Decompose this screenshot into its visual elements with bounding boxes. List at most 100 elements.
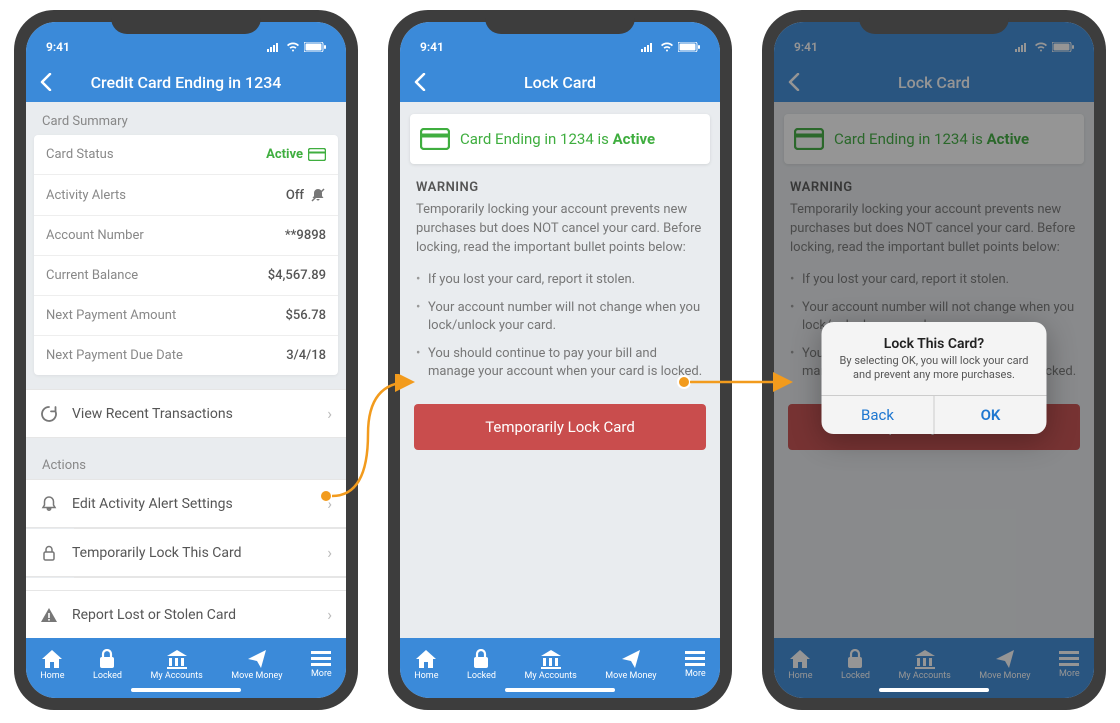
tab-label: My Accounts <box>150 671 202 681</box>
tab-label: My Accounts <box>524 671 576 681</box>
bank-icon <box>540 649 562 669</box>
send-icon <box>621 649 641 669</box>
card-status-banner: Card Ending in 1234 is Active <box>410 114 710 164</box>
tab-home[interactable]: Home <box>40 649 64 681</box>
wifi-icon <box>660 42 674 52</box>
tab-more[interactable]: More <box>685 651 706 679</box>
header-bar: Lock Card <box>400 62 720 102</box>
tab-move-money[interactable]: Move Money <box>605 649 656 681</box>
section-label-actions: Actions <box>26 438 346 479</box>
home-indicator[interactable] <box>505 688 615 692</box>
value: $4,567.89 <box>268 268 326 283</box>
notch <box>859 10 1009 34</box>
menu-icon <box>1059 651 1079 667</box>
view-recent-transactions[interactable]: View Recent Transactions › <box>26 389 346 438</box>
time: 9:41 <box>420 40 444 54</box>
menu-icon <box>311 651 331 667</box>
tab-label: Locked <box>841 671 870 681</box>
bell-off-icon <box>310 187 326 203</box>
card-icon <box>308 148 326 161</box>
tab-label: More <box>311 669 332 679</box>
lock-icon <box>98 649 116 669</box>
lock-card-button[interactable]: Temporarily Lock Card <box>414 404 706 450</box>
warning-title: WARNING <box>400 176 720 199</box>
send-icon <box>995 649 1015 669</box>
label: Account Number <box>46 228 144 243</box>
report-lost-stolen[interactable]: Report Lost or Stolen Card › <box>26 590 346 638</box>
tab-label: Home <box>414 671 438 681</box>
home-icon <box>415 649 437 669</box>
tab-label: Locked <box>467 671 496 681</box>
notch <box>485 10 635 34</box>
time: 9:41 <box>46 40 70 54</box>
home-indicator[interactable] <box>879 688 989 692</box>
label: Next Payment Due Date <box>46 348 183 363</box>
warning-icon <box>40 606 58 624</box>
tab-accounts[interactable]: My Accounts <box>898 649 950 681</box>
chevron-right-icon: › <box>327 494 332 513</box>
refresh-icon <box>40 405 58 423</box>
tab-accounts[interactable]: My Accounts <box>150 649 202 681</box>
phone-3: 9:41 Lock Card Card Ending in 1234 is Ac… <box>762 10 1106 710</box>
tab-move-money[interactable]: Move Money <box>231 649 282 681</box>
phone-1: 9:41 Credit Card Ending in 1234 Card Sum… <box>14 10 358 710</box>
alert-ok-button[interactable]: OK <box>935 396 1047 434</box>
summary-card: Card Status Active Activity Alerts Off A… <box>34 135 338 375</box>
tab-move-money[interactable]: Move Money <box>979 649 1030 681</box>
page-title: Credit Card Ending in 1234 <box>26 73 346 92</box>
tab-more[interactable]: More <box>1059 651 1080 679</box>
screen-lock-card-confirm: 9:41 Lock Card Card Ending in 1234 is Ac… <box>774 22 1094 698</box>
warning-body: Temporarily locking your account prevent… <box>774 199 1094 260</box>
tab-accounts[interactable]: My Accounts <box>524 649 576 681</box>
row-activity-alerts: Activity Alerts Off <box>34 175 338 216</box>
tab-more[interactable]: More <box>311 651 332 679</box>
bullet: Your account number will not change when… <box>428 294 704 340</box>
send-icon <box>247 649 267 669</box>
status-icons <box>267 42 326 52</box>
warning-title: WARNING <box>774 176 1094 199</box>
tab-label: Locked <box>93 671 122 681</box>
tab-home[interactable]: Home <box>788 649 812 681</box>
value: 3/4/18 <box>286 348 326 363</box>
content-area: Card Summary Card Status Active Activity… <box>26 102 346 638</box>
label: Current Balance <box>46 268 138 283</box>
tab-label: Move Money <box>979 671 1030 681</box>
row-account-number: Account Number **9898 <box>34 216 338 256</box>
warning-bullets: If you lost your card, report it stolen.… <box>400 260 720 397</box>
tab-label: Move Money <box>231 671 282 681</box>
value: $56.78 <box>285 308 326 323</box>
phone-2: 9:41 Lock Card Card Ending in 1234 is Ac… <box>388 10 732 710</box>
header-bar: Lock Card <box>774 62 1094 102</box>
tab-locked[interactable]: Locked <box>841 649 870 681</box>
tab-locked[interactable]: Locked <box>93 649 122 681</box>
alert-message: By selecting OK, you will lock your card… <box>822 354 1047 395</box>
tab-home[interactable]: Home <box>414 649 438 681</box>
header-bar: Credit Card Ending in 1234 <box>26 62 346 102</box>
confirmation-alert: Lock This Card? By selecting OK, you wil… <box>822 322 1047 434</box>
card-status-banner: Card Ending in 1234 is Active <box>784 114 1084 164</box>
row-due-date: Next Payment Due Date 3/4/18 <box>34 336 338 375</box>
label: Card Status <box>46 147 114 162</box>
tab-locked[interactable]: Locked <box>467 649 496 681</box>
bank-icon <box>166 649 188 669</box>
chevron-right-icon: › <box>327 543 332 562</box>
alert-back-button[interactable]: Back <box>822 396 935 434</box>
tab-label: Home <box>40 671 64 681</box>
bullet: If you lost your card, report it stolen. <box>428 266 704 294</box>
status-icons <box>1015 42 1074 52</box>
label: Next Payment Amount <box>46 308 176 323</box>
notch <box>111 10 261 34</box>
banner-text: Card Ending in 1234 is Active <box>460 130 655 148</box>
bell-icon <box>40 495 58 513</box>
content-area: Card Ending in 1234 is Active WARNING Te… <box>400 102 720 638</box>
cellular-icon <box>1015 42 1030 52</box>
temporarily-lock-card[interactable]: Temporarily Lock This Card › <box>26 529 346 577</box>
tab-label: More <box>1059 669 1080 679</box>
home-indicator[interactable] <box>131 688 241 692</box>
banner-text: Card Ending in 1234 is Active <box>834 130 1029 148</box>
label: Activity Alerts <box>46 188 126 203</box>
value: Off <box>286 187 326 203</box>
status-icons <box>641 42 700 52</box>
edit-activity-alerts[interactable]: Edit Activity Alert Settings › <box>26 479 346 528</box>
chevron-right-icon: › <box>327 404 332 423</box>
